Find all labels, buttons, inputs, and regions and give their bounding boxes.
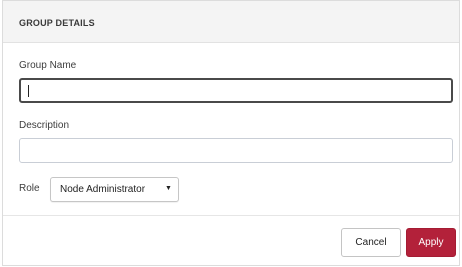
group-name-label: Group Name: [19, 60, 77, 71]
group-details-dialog: GROUP DETAILS Group Name Description Rol…: [2, 0, 460, 266]
apply-button[interactable]: Apply: [406, 228, 456, 257]
cancel-button[interactable]: Cancel: [341, 228, 401, 257]
role-select[interactable]: Node Administrator ▼: [50, 177, 179, 202]
caret-down-icon: ▼: [165, 185, 172, 192]
description-label: Description: [19, 120, 70, 131]
text-caret: [28, 85, 29, 97]
dialog-title: GROUP DETAILS: [19, 18, 95, 28]
role-label: Role: [19, 183, 40, 194]
footer-divider: [3, 215, 459, 216]
description-input[interactable]: [19, 138, 453, 163]
group-name-input[interactable]: [19, 78, 453, 103]
role-select-value: Node Administrator: [60, 184, 146, 195]
dialog-header: GROUP DETAILS: [3, 1, 459, 43]
